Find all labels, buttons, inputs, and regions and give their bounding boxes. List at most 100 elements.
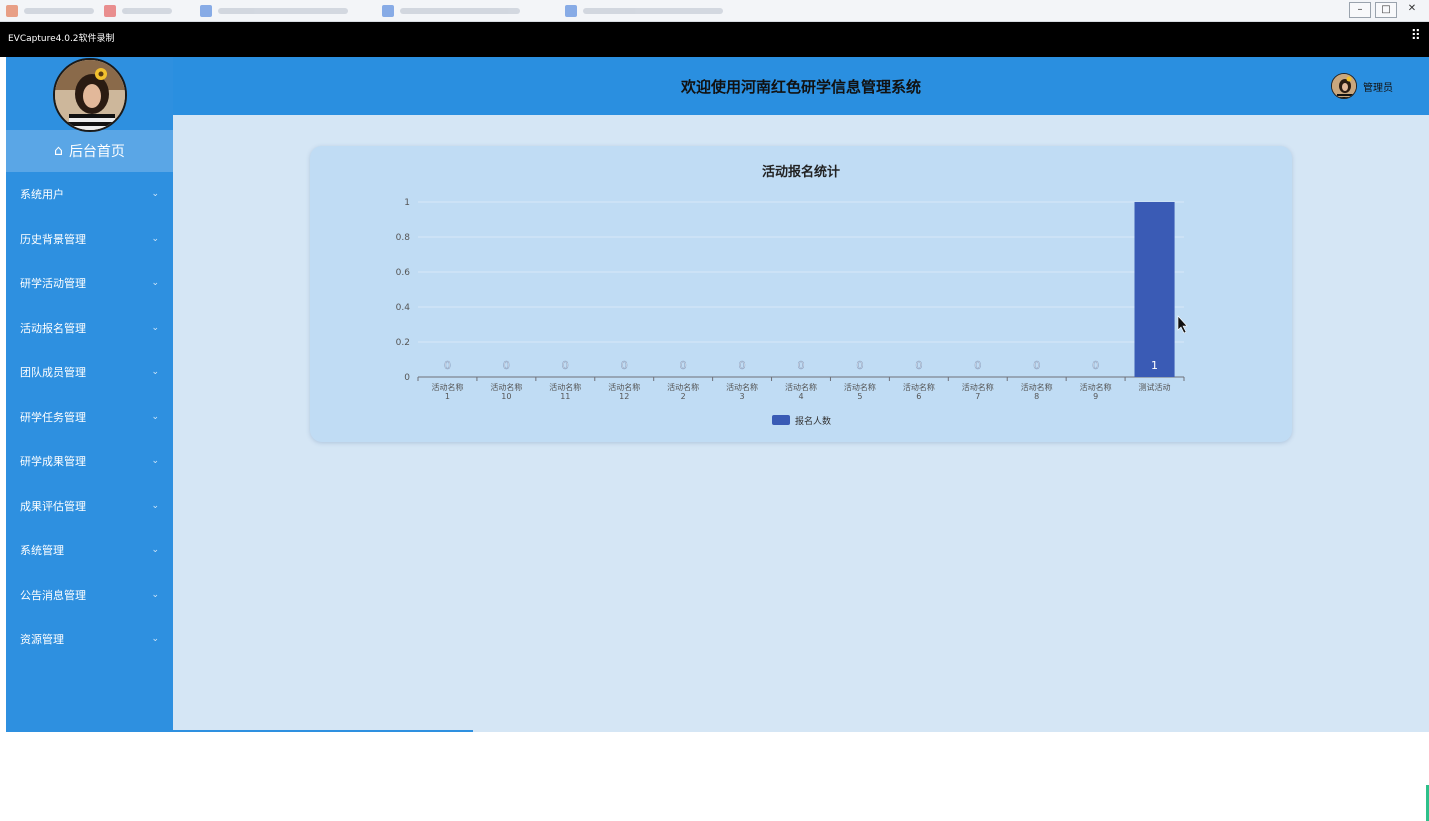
sidebar-item-history[interactable]: 历史背景管理 ⌄ xyxy=(6,217,173,262)
data-label: 0 xyxy=(739,359,746,372)
x-tick-label: 活动名称 xyxy=(903,382,935,392)
avatar-image xyxy=(54,59,125,130)
sidebar-item-label: 成果评估管理 xyxy=(20,499,86,513)
x-tick-label: 活动名称 xyxy=(608,382,640,392)
browser-tab-strip: – □ ✕ xyxy=(0,0,1429,22)
sidebar-home-label: 后台首页 xyxy=(68,144,125,160)
x-tick-label: 活动名称 xyxy=(431,382,463,392)
chevron-down-icon: ⌄ xyxy=(151,189,159,200)
x-tick-label: 11 xyxy=(560,392,570,401)
chart-card: 活动报名统计 0 0.2 0.4 0.6 0.8 1 0 活动名称 1 0 活动名称 10 0 活动名称 1… xyxy=(310,146,1292,442)
data-label: 0 xyxy=(562,359,569,372)
sidebar-item-resources[interactable]: 资源管理 ⌄ xyxy=(6,617,173,662)
chevron-down-icon: ⌄ xyxy=(151,545,159,556)
x-tick-label: 活动名称 xyxy=(1021,382,1053,392)
x-tick-label: 活动名称 xyxy=(962,382,994,392)
sidebar-item-results[interactable]: 研学成果管理 ⌄ xyxy=(6,439,173,484)
x-tick-label: 1 xyxy=(445,392,450,401)
sidebar-item-activities[interactable]: 研学活动管理 ⌄ xyxy=(6,261,173,306)
chevron-down-icon: ⌄ xyxy=(151,233,159,244)
sidebar-item-label: 研学成果管理 xyxy=(20,455,86,469)
data-label: 0 xyxy=(621,359,628,372)
window-controls: – □ ✕ xyxy=(1349,2,1423,18)
sidebar-item-label: 研学任务管理 xyxy=(20,410,86,424)
sidebar-item-registrations[interactable]: 活动报名管理 ⌄ xyxy=(6,306,173,351)
data-label: 0 xyxy=(915,359,922,372)
sidebar-item-system-users[interactable]: 系统用户 ⌄ xyxy=(6,172,173,217)
y-tick-label: 0.4 xyxy=(396,303,411,313)
top-header: 欢迎使用河南红色研学信息管理系统 管理员 xyxy=(173,57,1429,115)
home-icon: ⌂ xyxy=(54,143,63,159)
data-label: 1 xyxy=(1151,359,1158,372)
y-tick-label: 0.6 xyxy=(396,268,411,278)
x-tick-label: 4 xyxy=(798,392,803,401)
user-name: 管理员 xyxy=(1363,82,1393,94)
chevron-down-icon: ⌄ xyxy=(151,634,159,645)
sidebar-item-label: 系统管理 xyxy=(20,544,64,558)
page-title: 欢迎使用河南红色研学信息管理系统 xyxy=(680,78,921,96)
legend-label: 报名人数 xyxy=(795,415,831,427)
x-tick-label: 活动名称 xyxy=(490,382,522,392)
chevron-down-icon: ⌄ xyxy=(151,411,159,422)
grid-icon[interactable]: ⠿ xyxy=(1411,28,1421,44)
y-tick-label: 0.2 xyxy=(396,338,410,348)
x-tick-label: 7 xyxy=(975,392,980,401)
x-tick-label: 12 xyxy=(619,392,629,401)
data-label: 0 xyxy=(444,359,451,372)
data-label: 0 xyxy=(856,359,863,372)
restore-button[interactable]: □ xyxy=(1375,2,1397,18)
avatar[interactable] xyxy=(52,57,127,132)
x-tick-label: 5 xyxy=(857,392,862,401)
data-label: 0 xyxy=(1033,359,1040,372)
x-tick-label: 测试活动 xyxy=(1139,382,1171,392)
x-tick-label: 3 xyxy=(740,392,745,401)
x-tick-label: 活动名称 xyxy=(785,382,817,392)
browser-tab[interactable] xyxy=(565,5,735,17)
sidebar-item-team[interactable]: 团队成员管理 ⌄ xyxy=(6,350,173,395)
browser-tab[interactable] xyxy=(6,5,106,17)
sidebar-item-system[interactable]: 系统管理 ⌄ xyxy=(6,528,173,573)
sidebar-item-label: 研学活动管理 xyxy=(20,277,86,291)
data-label: 0 xyxy=(680,359,687,372)
data-label: 0 xyxy=(798,359,805,372)
x-tick-label: 2 xyxy=(681,392,686,401)
chevron-down-icon: ⌄ xyxy=(151,322,159,333)
x-tick-label: 活动名称 xyxy=(726,382,758,392)
close-button[interactable]: ✕ xyxy=(1401,2,1423,18)
chevron-down-icon: ⌄ xyxy=(151,589,159,600)
sidebar-item-evaluation[interactable]: 成果评估管理 ⌄ xyxy=(6,484,173,529)
bar xyxy=(1134,202,1175,377)
x-tick-label: 活动名称 xyxy=(844,382,876,392)
sidebar-item-label: 活动报名管理 xyxy=(20,321,86,335)
legend-swatch xyxy=(772,415,790,425)
sidebar-item-announcements[interactable]: 公告消息管理 ⌄ xyxy=(6,573,173,618)
sidebar-item-label: 历史背景管理 xyxy=(20,232,86,246)
browser-tab[interactable] xyxy=(382,5,542,17)
recorder-title: EVCapture4.0.2软件录制 xyxy=(8,34,115,44)
x-tick-label: 6 xyxy=(916,392,921,401)
cursor-icon xyxy=(1177,315,1188,334)
main-content: 活动报名统计 0 0.2 0.4 0.6 0.8 1 0 活动名称 1 0 活动名称 10 0 活动名称 1… xyxy=(173,115,1429,821)
browser-tab[interactable] xyxy=(104,5,184,17)
y-tick-label: 0 xyxy=(404,373,410,383)
sidebar: ⌂ 后台首页 系统用户 ⌄ 历史背景管理 ⌄ 研学活动管理 ⌄ 活动报名管理 ⌄ 团队成… xyxy=(6,57,173,732)
recorder-bar: EVCapture4.0.2软件录制 ⠿ xyxy=(0,22,1429,57)
minimize-button[interactable]: – xyxy=(1349,2,1371,18)
data-label: 0 xyxy=(974,359,981,372)
sidebar-item-label: 团队成员管理 xyxy=(20,366,86,380)
sidebar-item-label: 公告消息管理 xyxy=(20,588,86,602)
user-avatar xyxy=(1331,73,1357,99)
x-tick-label: 9 xyxy=(1093,392,1098,401)
x-tick-label: 8 xyxy=(1034,392,1039,401)
chevron-down-icon: ⌄ xyxy=(151,367,159,378)
user-menu[interactable]: 管理员 xyxy=(1331,73,1393,99)
sidebar-item-tasks[interactable]: 研学任务管理 ⌄ xyxy=(6,395,173,440)
sidebar-home[interactable]: ⌂ 后台首页 xyxy=(6,130,173,172)
chevron-down-icon: ⌄ xyxy=(151,456,159,467)
sidebar-item-label: 资源管理 xyxy=(20,633,64,647)
y-tick-label: 1 xyxy=(404,198,410,208)
x-tick-label: 活动名称 xyxy=(1080,382,1112,392)
browser-tab[interactable] xyxy=(200,5,360,17)
x-tick-label: 活动名称 xyxy=(667,382,699,392)
sidebar-item-label: 系统用户 xyxy=(20,188,64,202)
